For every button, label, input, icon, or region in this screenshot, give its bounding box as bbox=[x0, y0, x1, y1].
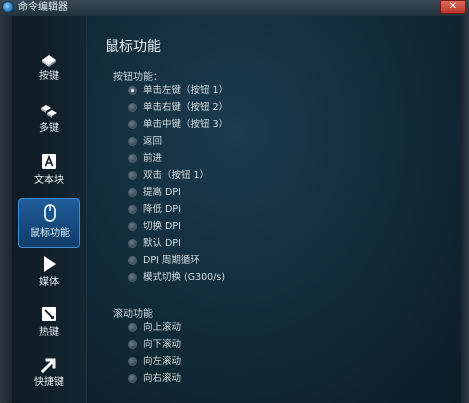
radio-button[interactable] bbox=[128, 120, 137, 129]
radio-button[interactable] bbox=[128, 103, 137, 112]
radio-button[interactable] bbox=[128, 137, 137, 146]
option-label: 单击左键（按钮 1） bbox=[143, 85, 229, 96]
option-label: 模式切换 (G300/s) bbox=[143, 272, 226, 283]
radio-button[interactable] bbox=[128, 340, 137, 349]
hotkey-icon bbox=[42, 307, 56, 321]
button-functions-heading: 按钮功能： bbox=[113, 72, 163, 83]
radio-button[interactable] bbox=[128, 273, 137, 282]
radio-button[interactable] bbox=[128, 188, 137, 197]
sidebar-item-label: 鼠标功能 bbox=[30, 228, 70, 239]
title-bar: 命令编辑器 ✕ bbox=[0, 0, 469, 17]
radio-button[interactable] bbox=[128, 256, 137, 265]
sidebar-item-media[interactable]: 媒体 bbox=[18, 250, 80, 296]
option-label: DPI 周期循环 bbox=[143, 255, 200, 266]
app-logo-icon bbox=[2, 1, 14, 13]
option-label: 向下滚动 bbox=[143, 339, 182, 350]
radio-button[interactable] bbox=[128, 357, 137, 366]
option-label: 向上滚动 bbox=[143, 322, 182, 333]
sidebar-item-label: 媒体 bbox=[39, 277, 59, 288]
page-title: 鼠标功能 bbox=[105, 39, 161, 55]
option-label: 双击（按钮 1） bbox=[143, 170, 210, 181]
shortcut-arrow-icon bbox=[40, 358, 56, 374]
option-label: 切换 DPI bbox=[143, 221, 181, 232]
option-label: 单击中键（按钮 3） bbox=[143, 119, 229, 130]
sidebar-item-text-block[interactable]: 文本块 bbox=[18, 148, 80, 194]
radio-button[interactable] bbox=[128, 171, 137, 180]
window-frame-right bbox=[461, 16, 469, 403]
sidebar-item-label: 多键 bbox=[39, 123, 59, 134]
window-frame-left bbox=[0, 16, 12, 403]
option-label: 返回 bbox=[143, 136, 163, 147]
sidebar-item-keystroke[interactable]: 按键 bbox=[18, 44, 80, 90]
sidebar-item-label: 快捷键 bbox=[34, 377, 64, 388]
close-button[interactable]: ✕ bbox=[440, 0, 466, 14]
radio-button[interactable] bbox=[128, 154, 137, 163]
multi-key-icon bbox=[41, 105, 57, 118]
play-icon bbox=[44, 256, 56, 272]
radio-button[interactable] bbox=[128, 205, 137, 214]
radio-button[interactable] bbox=[128, 374, 137, 383]
sidebar-item-hotkey[interactable]: 热键 bbox=[18, 300, 80, 346]
radio-button[interactable] bbox=[128, 239, 137, 248]
sidebar-item-label: 热键 bbox=[39, 327, 59, 338]
option-label: 降低 DPI bbox=[143, 204, 181, 215]
sidebar-item-label: 按键 bbox=[39, 71, 59, 82]
option-label: 默认 DPI bbox=[143, 238, 181, 249]
option-label: 向右滚动 bbox=[143, 373, 182, 384]
radio-button[interactable] bbox=[128, 222, 137, 231]
option-label: 前进 bbox=[143, 153, 163, 164]
window-title: 命令编辑器 bbox=[18, 2, 68, 13]
sidebar: 按键 多键 文本块 鼠标功能 媒体 热键 快捷键 bbox=[12, 16, 87, 403]
main-panel: 鼠标功能 按钮功能： 单击左键（按钮 1） 单击右键（按钮 2） 单击中键（按钮… bbox=[87, 16, 461, 403]
radio-button[interactable] bbox=[128, 323, 137, 332]
key-icon bbox=[42, 55, 56, 67]
scroll-functions-heading: 滚动功能 bbox=[113, 309, 153, 320]
sidebar-item-multikey[interactable]: 多键 bbox=[18, 96, 80, 142]
radio-button[interactable] bbox=[128, 86, 137, 95]
mouse-icon bbox=[44, 204, 56, 222]
sidebar-item-label: 文本块 bbox=[34, 175, 64, 186]
text-block-icon bbox=[42, 154, 56, 169]
sidebar-item-mouse-functions[interactable]: 鼠标功能 bbox=[18, 198, 80, 248]
option-label: 提高 DPI bbox=[143, 187, 181, 198]
sidebar-item-shortcut[interactable]: 快捷键 bbox=[18, 350, 80, 396]
option-label: 单击右键（按钮 2） bbox=[143, 102, 229, 113]
option-label: 向左滚动 bbox=[143, 356, 182, 367]
